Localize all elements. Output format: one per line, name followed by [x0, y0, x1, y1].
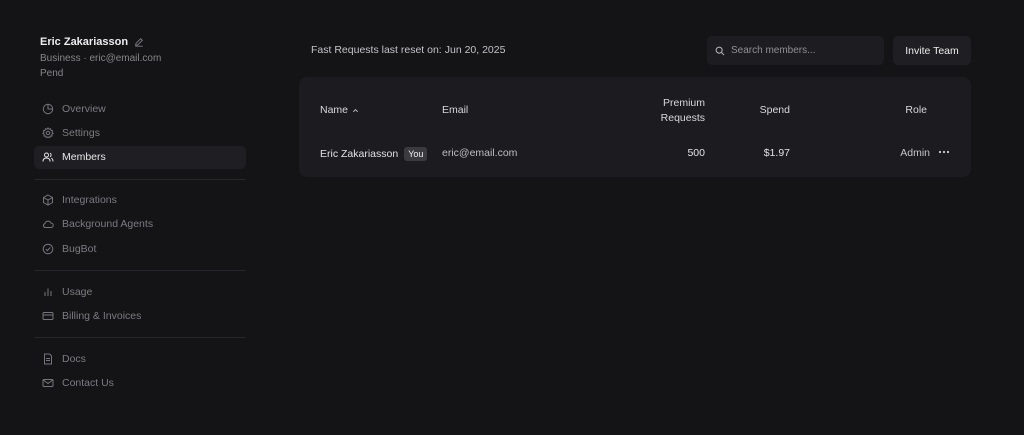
- column-header-name-label: Name: [320, 104, 349, 116]
- user-header: Eric Zakariasson: [34, 36, 246, 48]
- search-icon: [715, 46, 725, 55]
- gear-icon: [42, 126, 54, 139]
- sidebar-item-bugbot[interactable]: BugBot: [34, 237, 246, 260]
- you-badge: You: [404, 147, 428, 161]
- sidebar-item-label: Settings: [62, 126, 100, 139]
- sidebar-item-label: Overview: [62, 102, 106, 115]
- sidebar-item-label: Contact Us: [62, 377, 114, 390]
- sidebar-item-background-agents[interactable]: Background Agents: [34, 213, 246, 236]
- sidebar-divider: [34, 337, 246, 339]
- column-header-premium-line2: Requests: [660, 112, 705, 124]
- sidebar-item-usage[interactable]: Usage: [34, 280, 246, 303]
- member-spend: $1.97: [763, 147, 790, 159]
- nav-group-tools: Integrations Background Agents BugBot: [34, 189, 246, 261]
- column-header-email: Email: [442, 104, 469, 116]
- member-role[interactable]: Admin: [879, 147, 930, 159]
- document-icon: [44, 353, 52, 365]
- member-name: Eric Zakariasson: [320, 148, 399, 160]
- sidebar-item-label: BugBot: [62, 242, 97, 255]
- sidebar-item-label: Billing & Invoices: [62, 309, 142, 322]
- invite-team-button[interactable]: Invite Team: [893, 36, 971, 65]
- search-input[interactable]: [731, 45, 881, 56]
- more-horizontal-icon: [938, 150, 950, 154]
- column-header-role: Role: [905, 104, 927, 116]
- fast-requests-reset: Fast Requests last reset on: Jun 20, 2025: [311, 44, 508, 56]
- user-name: Eric Zakariasson: [40, 36, 129, 48]
- table-row: Eric Zakariasson You eric@email.com 500 …: [299, 139, 971, 167]
- nav-group-help: Docs Contact Us: [34, 347, 246, 394]
- sidebar-item-label: Integrations: [62, 194, 117, 207]
- member-email: eric@email.com: [442, 147, 518, 159]
- sidebar-item-label: Background Agents: [62, 218, 154, 231]
- sidebar-item-billing[interactable]: Billing & Invoices: [34, 304, 246, 327]
- sidebar-divider: [34, 178, 246, 180]
- user-status: Pend: [40, 68, 64, 79]
- column-header-premium-line1: Premium: [662, 97, 705, 109]
- sidebar-divider: [34, 270, 246, 272]
- member-name-cell: Eric Zakariasson You: [320, 147, 428, 161]
- members-table: Name Email Premium Requests Spend Role E…: [299, 77, 971, 177]
- cube-icon: [43, 194, 53, 206]
- sidebar: Eric Zakariasson Business · eric@email.c…: [34, 36, 246, 396]
- cloud-icon: [43, 220, 54, 229]
- sidebar-item-integrations[interactable]: Integrations: [34, 189, 246, 212]
- credit-card-icon: [42, 311, 54, 320]
- nav-group-main: Overview Settings Members: [34, 97, 246, 169]
- column-header-spend: Spend: [759, 104, 790, 116]
- member-premium-requests: 500: [687, 147, 705, 159]
- search-box[interactable]: [707, 36, 884, 65]
- sidebar-item-members[interactable]: Members: [34, 145, 246, 169]
- row-actions-button[interactable]: [936, 145, 952, 159]
- users-icon: [42, 152, 54, 162]
- sidebar-item-label: Usage: [62, 285, 93, 298]
- column-header-premium-requests: Premium Requests: [639, 96, 705, 126]
- sidebar-item-overview[interactable]: Overview: [34, 97, 246, 120]
- nav-group-billing: Usage Billing & Invoices: [34, 280, 246, 327]
- pie-chart-icon: [42, 103, 54, 114]
- sidebar-item-docs[interactable]: Docs: [34, 347, 246, 370]
- reset-label: Fast Requests last reset on:: [311, 44, 442, 56]
- check-circle-icon: [42, 243, 54, 254]
- sidebar-item-label: Members: [62, 151, 106, 164]
- column-header-name[interactable]: Name: [320, 104, 359, 116]
- sidebar-item-contact[interactable]: Contact Us: [34, 372, 246, 395]
- user-plan-email: Business · eric@email.com: [40, 53, 162, 64]
- sidebar-item-label: Docs: [62, 352, 86, 365]
- edit-icon[interactable]: [134, 37, 144, 47]
- sidebar-item-settings[interactable]: Settings: [34, 121, 246, 144]
- mail-icon: [42, 379, 54, 388]
- bar-chart-icon: [44, 288, 52, 296]
- members-page: Eric Zakariasson Business · eric@email.c…: [0, 0, 1024, 435]
- sort-ascending-icon: [353, 108, 359, 112]
- reset-date: Jun 20, 2025: [444, 44, 506, 56]
